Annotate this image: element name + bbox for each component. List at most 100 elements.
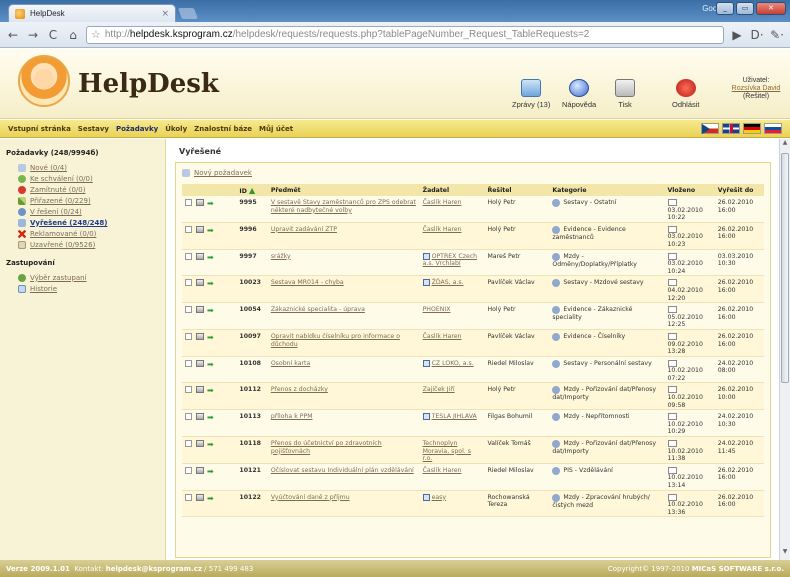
header-solver[interactable]: Řešitel xyxy=(484,184,550,196)
sidebar-item-proxy[interactable]: Výběr zastupaní xyxy=(18,272,159,283)
requester-link[interactable]: easy xyxy=(432,494,446,501)
open-arrow-icon[interactable]: ➡ xyxy=(207,279,214,288)
print-icon[interactable] xyxy=(196,466,204,474)
table-row[interactable]: ➡ 10121 Očíslovat sestavu Individuální plá… xyxy=(182,463,764,491)
calendar-icon[interactable] xyxy=(667,466,677,474)
minimize-button[interactable]: _ xyxy=(716,2,734,15)
requester-link[interactable]: CZ LOKO, a.s. xyxy=(432,360,474,367)
requester-link[interactable]: Časlík Haren xyxy=(423,467,462,474)
row-checkbox[interactable] xyxy=(185,279,192,287)
table-row[interactable]: ➡ 9995 V sestavě Stavy zaměstnanců pro ZPS… xyxy=(182,196,764,223)
close-window-button[interactable]: ✕ xyxy=(756,2,786,15)
requester-link[interactable]: PHOENIX xyxy=(423,306,451,313)
requester-link[interactable]: Časlík Haren xyxy=(423,199,462,206)
calendar-icon[interactable] xyxy=(667,440,677,448)
sidebar-item-solved[interactable]: Vyřešené (248/248) xyxy=(18,217,159,228)
maximize-button[interactable]: ▭ xyxy=(736,2,754,15)
open-arrow-icon[interactable]: ➡ xyxy=(207,253,214,262)
table-row[interactable]: ➡ 10122 Vyúčtování daně z příjmu easy Rochow… xyxy=(182,490,764,517)
header-due[interactable]: Vyřešit do xyxy=(714,184,764,196)
print-icon[interactable] xyxy=(196,359,204,367)
calendar-icon[interactable] xyxy=(667,332,677,340)
open-arrow-icon[interactable]: ➡ xyxy=(207,226,214,235)
calendar-icon[interactable] xyxy=(667,225,677,233)
request-subject-link[interactable]: Upravit zadávání ZTP xyxy=(271,226,337,233)
new-tab-button[interactable] xyxy=(177,8,199,19)
request-subject-link[interactable]: Přenos z docházky xyxy=(271,386,328,393)
print-icon[interactable] xyxy=(196,306,204,314)
request-subject-link[interactable]: Přenos do účetnictví po zdravotních poji… xyxy=(271,440,382,455)
tools-menu-icon[interactable]: ✎· xyxy=(770,28,784,42)
address-bar[interactable]: ☆ http:// helpdesk.ksprogram.cz /helpdes… xyxy=(86,25,724,44)
requester-link[interactable]: TESLA JIHLAVA xyxy=(432,413,477,420)
requester-link[interactable]: Časlík Haren xyxy=(423,333,462,340)
help-button[interactable]: Nápověda xyxy=(562,79,596,109)
request-subject-link[interactable]: Zákaznické specialita - úprava xyxy=(271,306,365,313)
row-checkbox[interactable] xyxy=(185,440,192,448)
sidebar-item-claimed[interactable]: Reklamované (0/0) xyxy=(18,228,159,239)
requester-link[interactable]: Zajíček Jiří xyxy=(423,386,455,393)
page-scrollbar[interactable]: ▲ ▼ xyxy=(779,139,790,560)
czech-flag-icon[interactable] xyxy=(701,123,719,134)
calendar-icon[interactable] xyxy=(667,359,677,367)
table-row[interactable]: ➡ 10108 Osobní karta CZ LOKO, a.s. Riedel Mi… xyxy=(182,356,764,383)
calendar-icon[interactable] xyxy=(667,306,677,314)
header-requester[interactable]: Žadatel xyxy=(419,184,485,196)
go-icon[interactable]: ▶ xyxy=(730,28,744,42)
menu-knowledge-base[interactable]: Znalostní báze xyxy=(194,125,252,133)
row-checkbox[interactable] xyxy=(185,466,192,474)
scroll-down-icon[interactable]: ▼ xyxy=(780,548,790,560)
requester-link[interactable]: Časlík Haren xyxy=(423,226,462,233)
slovak-flag-icon[interactable] xyxy=(764,123,782,134)
print-icon[interactable] xyxy=(196,413,204,421)
table-row[interactable]: ➡ 9996 Upravit zadávání ZTP Časlík Haren Hol… xyxy=(182,222,764,250)
sidebar-item-rejected[interactable]: Zamítnuté (0/0) xyxy=(18,184,159,195)
print-icon[interactable] xyxy=(196,386,204,394)
print-icon[interactable] xyxy=(196,252,204,260)
table-row[interactable]: ➡ 10112 Přenos z docházky Zajíček Jiří Holý … xyxy=(182,382,764,410)
row-checkbox[interactable] xyxy=(185,199,192,206)
print-icon[interactable] xyxy=(196,440,204,448)
header-category[interactable]: Kategorie xyxy=(549,184,665,196)
calendar-icon[interactable] xyxy=(667,252,677,260)
tab-close-icon[interactable]: × xyxy=(161,9,169,19)
header-subject[interactable]: Předmět xyxy=(267,184,420,196)
back-icon[interactable]: ← xyxy=(6,28,20,42)
scrollbar-thumb[interactable] xyxy=(781,153,789,383)
calendar-icon[interactable] xyxy=(667,279,677,287)
open-arrow-icon[interactable]: ➡ xyxy=(207,199,214,208)
print-button[interactable]: Tisk xyxy=(615,79,635,109)
request-subject-link[interactable]: srážky xyxy=(271,253,291,260)
request-subject-link[interactable]: V sestavě Stavy zaměstnanců pro ZPS odeb… xyxy=(271,199,416,214)
requester-link[interactable]: OPTREX Czech a.s. Vrchlabí xyxy=(423,253,478,268)
open-arrow-icon[interactable]: ➡ xyxy=(207,333,214,342)
print-icon[interactable] xyxy=(196,199,204,206)
request-subject-link[interactable]: Očíslovat sestavu Individuální plán vzdě… xyxy=(271,467,414,474)
menu-reports[interactable]: Sestavy xyxy=(78,125,109,133)
print-icon[interactable] xyxy=(196,279,204,287)
new-request-link[interactable]: Nový požadavek xyxy=(182,169,764,177)
uk-flag-icon[interactable] xyxy=(722,123,740,134)
row-checkbox[interactable] xyxy=(185,225,192,233)
table-row[interactable]: ➡ 10097 Opravit nabídku číselníku pro info… xyxy=(182,329,764,357)
print-icon[interactable] xyxy=(196,332,204,340)
row-checkbox[interactable] xyxy=(185,413,192,421)
table-row[interactable]: ➡ 10113 příloha k PPM TESLA JIHLAVA Filgas B… xyxy=(182,410,764,437)
menu-home[interactable]: Vstupní stránka xyxy=(8,125,71,133)
messages-button[interactable]: Zprávy (13) xyxy=(512,79,550,109)
contact-email-link[interactable]: helpdesk@ksprogram.cz xyxy=(106,565,202,573)
home-icon[interactable]: ⌂ xyxy=(66,28,80,42)
row-checkbox[interactable] xyxy=(185,359,192,367)
reload-icon[interactable]: C xyxy=(46,28,60,42)
request-subject-link[interactable]: Sestava MR014 - chyba xyxy=(271,279,344,286)
logout-button[interactable]: Odhlásit xyxy=(672,79,700,109)
browser-tab[interactable]: HelpDesk × xyxy=(8,4,176,22)
forward-icon[interactable]: → xyxy=(26,28,40,42)
sidebar-item-solving[interactable]: V řešení (0/24) xyxy=(18,206,159,217)
request-subject-link[interactable]: Osobní karta xyxy=(271,360,310,367)
open-arrow-icon[interactable]: ➡ xyxy=(207,494,214,503)
bookmark-star-icon[interactable]: ☆ xyxy=(91,28,101,41)
row-checkbox[interactable] xyxy=(185,493,192,501)
open-arrow-icon[interactable]: ➡ xyxy=(207,386,214,395)
requester-link[interactable]: Technoplyn Moravia, spol. s r.o. xyxy=(423,440,471,462)
